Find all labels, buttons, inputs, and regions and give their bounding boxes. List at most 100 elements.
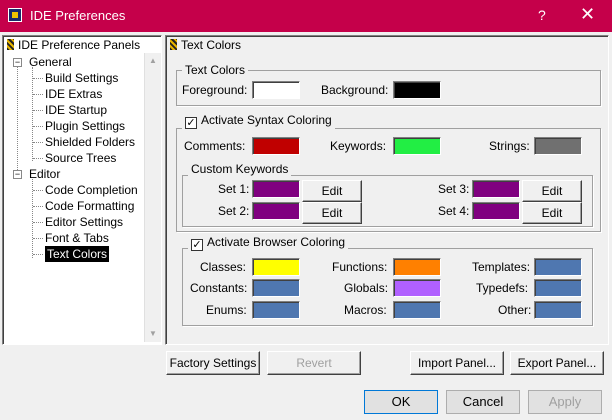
set1-label: Set 1: <box>218 182 250 196</box>
browser-checkbox-label: Activate Browser Coloring <box>207 235 346 249</box>
typedefs-label: Typedefs: <box>476 281 529 295</box>
set1-edit-button[interactable]: Edit <box>302 180 362 202</box>
tree-line <box>33 190 43 191</box>
apply-button[interactable]: Apply <box>528 390 602 414</box>
app-icon <box>8 8 22 22</box>
tree-item-label: Shielded Folders <box>45 135 136 149</box>
background-swatch[interactable] <box>393 81 441 99</box>
custom-keywords-title: Custom Keywords <box>188 162 292 176</box>
scroll-down-icon[interactable]: ▼ <box>145 326 161 342</box>
factory-settings-button[interactable]: Factory Settings <box>166 351 260 375</box>
ok-button[interactable]: OK <box>364 390 438 414</box>
keywords-label: Keywords: <box>330 139 387 153</box>
strings-swatch[interactable] <box>534 137 582 155</box>
set1-swatch[interactable] <box>252 180 300 198</box>
tree-item-label: IDE Extras <box>45 87 103 101</box>
tree-item-label: Build Settings <box>45 71 119 85</box>
tree-line <box>32 67 33 161</box>
strings-label: Strings: <box>489 139 530 153</box>
set2-edit-button[interactable]: Edit <box>302 202 362 224</box>
classes-swatch[interactable] <box>252 258 300 276</box>
syntax-checkbox-label: Activate Syntax Coloring <box>201 113 332 127</box>
tree-line <box>33 206 43 207</box>
constants-label: Constants: <box>190 281 248 295</box>
other-swatch[interactable] <box>534 301 582 319</box>
tree-scrollbar[interactable]: ▲ ▼ <box>144 53 161 342</box>
set3-label: Set 3: <box>438 182 470 196</box>
templates-label: Templates: <box>472 260 531 274</box>
panel-header-label: Text Colors <box>181 38 242 52</box>
enums-label: Enums: <box>206 303 247 317</box>
tree-item-label: Code Completion <box>45 183 138 197</box>
set3-edit-button[interactable]: Edit <box>522 180 582 202</box>
browser-checkbox[interactable]: ✓ <box>191 239 203 251</box>
collapse-icon[interactable]: − <box>13 170 22 179</box>
tree-item-label: Font & Tabs <box>45 231 109 245</box>
tree-item-label: Text Colors <box>45 246 110 262</box>
tree-line <box>33 238 43 239</box>
tree-line <box>17 66 18 178</box>
globals-label: Globals: <box>344 281 389 295</box>
cancel-button[interactable]: Cancel <box>446 390 520 414</box>
tree-item-label: Editor Settings <box>45 215 124 229</box>
other-label: Other: <box>498 303 532 317</box>
tree-line <box>33 254 43 255</box>
tree-item-label: IDE Startup <box>45 103 108 117</box>
text-colors-group-title: Text Colors <box>182 63 249 77</box>
collapse-icon[interactable]: − <box>13 58 22 67</box>
tree-line <box>33 94 43 95</box>
close-button[interactable]: ✕ <box>580 4 595 25</box>
comments-swatch[interactable] <box>252 137 300 155</box>
panel-icon <box>7 39 14 50</box>
dialog-footer: OK Cancel Apply <box>0 378 612 420</box>
scroll-up-icon[interactable]: ▲ <box>145 53 161 69</box>
syntax-group-title[interactable]: ✓ Activate Syntax Coloring <box>182 113 335 129</box>
set4-edit-button[interactable]: Edit <box>522 202 582 224</box>
tree-group-label: General <box>29 55 72 69</box>
macros-swatch[interactable] <box>393 301 441 319</box>
macros-label: Macros: <box>344 303 387 317</box>
import-panel-button[interactable]: Import Panel... <box>410 351 504 375</box>
typedefs-swatch[interactable] <box>534 279 582 297</box>
tree-header-label: IDE Preference Panels <box>18 38 141 52</box>
window-title: IDE Preferences <box>30 8 126 23</box>
comments-label: Comments: <box>184 139 246 153</box>
panel-icon <box>170 39 177 50</box>
constants-swatch[interactable] <box>252 279 300 297</box>
functions-label: Functions: <box>332 260 388 274</box>
tree-item-label: Plugin Settings <box>45 119 126 133</box>
tree-group-label: Editor <box>29 167 61 181</box>
keywords-swatch[interactable] <box>393 137 441 155</box>
tree-line <box>33 142 43 143</box>
set2-swatch[interactable] <box>252 202 300 220</box>
enums-swatch[interactable] <box>252 301 300 319</box>
tree-line <box>33 78 43 79</box>
help-button[interactable]: ? <box>538 7 546 23</box>
tree-header: IDE Preference Panels <box>5 38 159 52</box>
foreground-label: Foreground: <box>182 83 248 97</box>
set4-swatch[interactable] <box>472 202 520 220</box>
title-bar: IDE Preferences ? ✕ <box>0 0 612 32</box>
revert-panel-button[interactable]: Revert <box>267 351 361 375</box>
tree-line <box>33 222 43 223</box>
tree-line <box>33 126 43 127</box>
foreground-swatch[interactable] <box>252 81 300 99</box>
tree-item-label: Code Formatting <box>45 199 135 213</box>
set4-label: Set 4: <box>438 204 470 218</box>
background-label: Background: <box>321 83 389 97</box>
text-colors-panel: Text Colors Text Colors Foreground: Back… <box>165 35 609 345</box>
tree-line <box>33 158 43 159</box>
browser-group-title[interactable]: ✓ Activate Browser Coloring <box>188 235 349 251</box>
panel-header: Text Colors <box>168 38 606 52</box>
set2-label: Set 2: <box>218 204 250 218</box>
tree-item-label: Source Trees <box>45 151 117 165</box>
templates-swatch[interactable] <box>534 258 582 276</box>
preference-panels-tree: IDE Preference Panels − General Build Sett… <box>2 35 162 345</box>
functions-swatch[interactable] <box>393 258 441 276</box>
syntax-checkbox[interactable]: ✓ <box>185 117 197 129</box>
set3-swatch[interactable] <box>472 180 520 198</box>
globals-swatch[interactable] <box>393 279 441 297</box>
tree-line <box>33 110 43 111</box>
export-panel-button[interactable]: Export Panel... <box>510 351 604 375</box>
classes-label: Classes: <box>200 260 247 274</box>
